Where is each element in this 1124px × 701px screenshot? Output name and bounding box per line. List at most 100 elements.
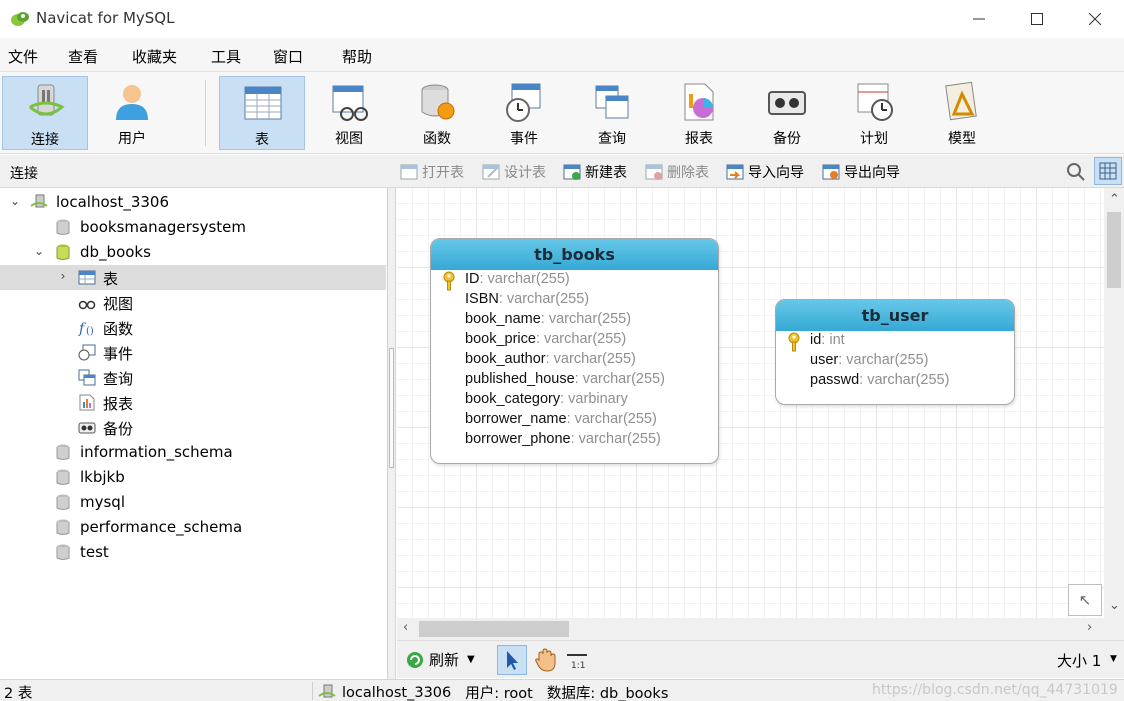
er-field[interactable]: borrower_name: varchar(255): [465, 411, 657, 431]
table-button[interactable]: 表: [219, 76, 305, 150]
scroll-left-icon[interactable]: ‹: [403, 620, 408, 635]
vertical-scrollbar[interactable]: ⌃ ⌄: [1104, 188, 1124, 618]
connect-button[interactable]: 连接: [2, 76, 88, 150]
er-field[interactable]: book_name: varchar(255): [465, 311, 631, 331]
view-button[interactable]: 视图: [306, 76, 392, 150]
tree-events[interactable]: 事件: [0, 340, 386, 365]
tree-queries[interactable]: 查询: [0, 365, 386, 390]
menu-help[interactable]: 帮助: [342, 46, 372, 67]
tree-connection[interactable]: ⌄ localhost_3306: [0, 190, 386, 215]
refresh-button[interactable]: 刷新 ▼: [405, 649, 475, 670]
tree-database[interactable]: lkbjkb: [0, 465, 386, 490]
schedule-icon: [857, 83, 893, 121]
backup-button[interactable]: 备份: [744, 76, 830, 150]
tree-backups[interactable]: 备份: [0, 415, 386, 440]
overview-navigator-button[interactable]: ↖: [1068, 584, 1102, 616]
query-button[interactable]: 查询: [569, 76, 655, 150]
tree-database-active[interactable]: ⌄ db_books: [0, 240, 386, 265]
collapse-icon[interactable]: ⌄: [32, 244, 46, 260]
minimize-button[interactable]: [950, 0, 1008, 38]
menu-window[interactable]: 窗口: [273, 46, 303, 67]
menu-favorites[interactable]: 收藏夹: [132, 46, 177, 67]
design-table-button[interactable]: 设计表: [482, 161, 546, 183]
user-icon: [116, 85, 148, 120]
tree-tables-label: 表: [103, 270, 119, 288]
er-table-header[interactable]: tb_books: [431, 239, 718, 270]
query-icon: [595, 85, 629, 119]
object-toolbar: 连接 打开表 设计表 新建表 删除表 导入向导 导出向导: [0, 155, 1124, 188]
er-field[interactable]: user: varchar(255): [810, 352, 928, 372]
er-field[interactable]: id: int: [810, 332, 845, 352]
delete-table-button[interactable]: 删除表: [645, 161, 709, 183]
collapse-icon[interactable]: ⌄: [8, 194, 22, 210]
export-wizard-button[interactable]: 导出向导: [822, 161, 900, 183]
er-field[interactable]: ISBN: varchar(255): [465, 291, 589, 311]
menu-file[interactable]: 文件: [8, 46, 38, 67]
tree-views[interactable]: 视图: [0, 290, 386, 315]
table-icon: [78, 270, 96, 285]
scroll-thumb[interactable]: [1107, 212, 1121, 288]
function-button[interactable]: 函数: [394, 76, 480, 150]
dropdown-arrow-icon[interactable]: ▼: [467, 654, 475, 665]
er-diagram-view-button[interactable]: [1094, 157, 1122, 185]
tree-tables[interactable]: › 表: [0, 265, 386, 290]
tree-database[interactable]: booksmanagersystem: [0, 215, 386, 240]
horizontal-scrollbar[interactable]: ‹ ›: [397, 618, 1104, 640]
er-diagram-canvas[interactable]: tb_books ID: varchar(255) ISBN: varchar(…: [397, 188, 1104, 618]
primary-key-icon: [788, 332, 800, 352]
model-button[interactable]: 模型: [919, 76, 1005, 150]
connect-label: 连接: [31, 132, 59, 148]
scroll-up-icon[interactable]: ⌃: [1109, 192, 1120, 207]
zoom-dropdown-icon[interactable]: ▼: [1110, 654, 1117, 664]
actual-size-icon[interactable]: 1:1: [563, 646, 591, 674]
schedule-button[interactable]: 计划: [831, 76, 917, 150]
scroll-thumb[interactable]: [419, 621, 569, 637]
er-table-tb_user[interactable]: tb_user id: int user: varchar(255) passw…: [775, 299, 1015, 405]
er-field[interactable]: book_author: varchar(255): [465, 351, 636, 371]
er-field[interactable]: ID: varchar(255): [465, 271, 570, 291]
new-table-label: 新建表: [585, 165, 627, 181]
er-field[interactable]: book_price: varchar(255): [465, 331, 626, 351]
scroll-right-icon[interactable]: ›: [1087, 620, 1092, 635]
close-button[interactable]: [1066, 0, 1124, 38]
table-label: 表: [255, 132, 269, 148]
database-icon: [56, 494, 70, 510]
er-table-tb_books[interactable]: tb_books ID: varchar(255) ISBN: varchar(…: [430, 238, 719, 464]
zoom-level[interactable]: 大小 1: [1057, 650, 1101, 671]
er-field[interactable]: passwd: varchar(255): [810, 372, 949, 392]
pointer-tool-button[interactable]: [497, 645, 527, 675]
open-table-button[interactable]: 打开表: [400, 161, 464, 183]
er-field[interactable]: borrower_phone: varchar(255): [465, 431, 661, 451]
tree-database-label: performance_schema: [80, 518, 243, 536]
er-field[interactable]: book_category: varbinary: [465, 391, 628, 411]
tree-database[interactable]: mysql: [0, 490, 386, 515]
report-button[interactable]: 报表: [656, 76, 742, 150]
pointer-icon: [507, 651, 518, 670]
query-label: 查询: [598, 131, 626, 147]
new-table-button[interactable]: 新建表: [563, 161, 627, 183]
er-field[interactable]: published_house: varchar(255): [465, 371, 665, 391]
import-wizard-button[interactable]: 导入向导: [726, 161, 804, 183]
user-button[interactable]: 用户: [89, 76, 175, 150]
event-button[interactable]: 事件: [481, 76, 567, 150]
scroll-down-icon[interactable]: ⌄: [1109, 598, 1120, 613]
search-icon[interactable]: [1064, 160, 1088, 184]
scroll-corner: [1104, 618, 1124, 640]
panel-splitter[interactable]: [388, 188, 396, 679]
tree-database[interactable]: test: [0, 540, 386, 565]
tree-functions[interactable]: f() 函数: [0, 315, 386, 340]
tree-database[interactable]: information_schema: [0, 440, 386, 465]
tree-database[interactable]: performance_schema: [0, 515, 386, 540]
user-label: 用户: [118, 131, 146, 147]
hand-tool-icon[interactable]: [531, 646, 559, 674]
design-table-label: 设计表: [504, 165, 546, 181]
splitter-grip[interactable]: [389, 348, 394, 468]
export-wizard-label: 导出向导: [844, 165, 900, 181]
er-table-header[interactable]: tb_user: [776, 300, 1014, 331]
expand-icon[interactable]: ›: [56, 269, 70, 285]
menu-tools[interactable]: 工具: [211, 46, 241, 67]
maximize-button[interactable]: [1008, 0, 1066, 38]
tree-reports[interactable]: 报表: [0, 390, 386, 415]
menu-view[interactable]: 查看: [68, 46, 98, 67]
status-database: 数据库: db_books: [546, 686, 669, 701]
